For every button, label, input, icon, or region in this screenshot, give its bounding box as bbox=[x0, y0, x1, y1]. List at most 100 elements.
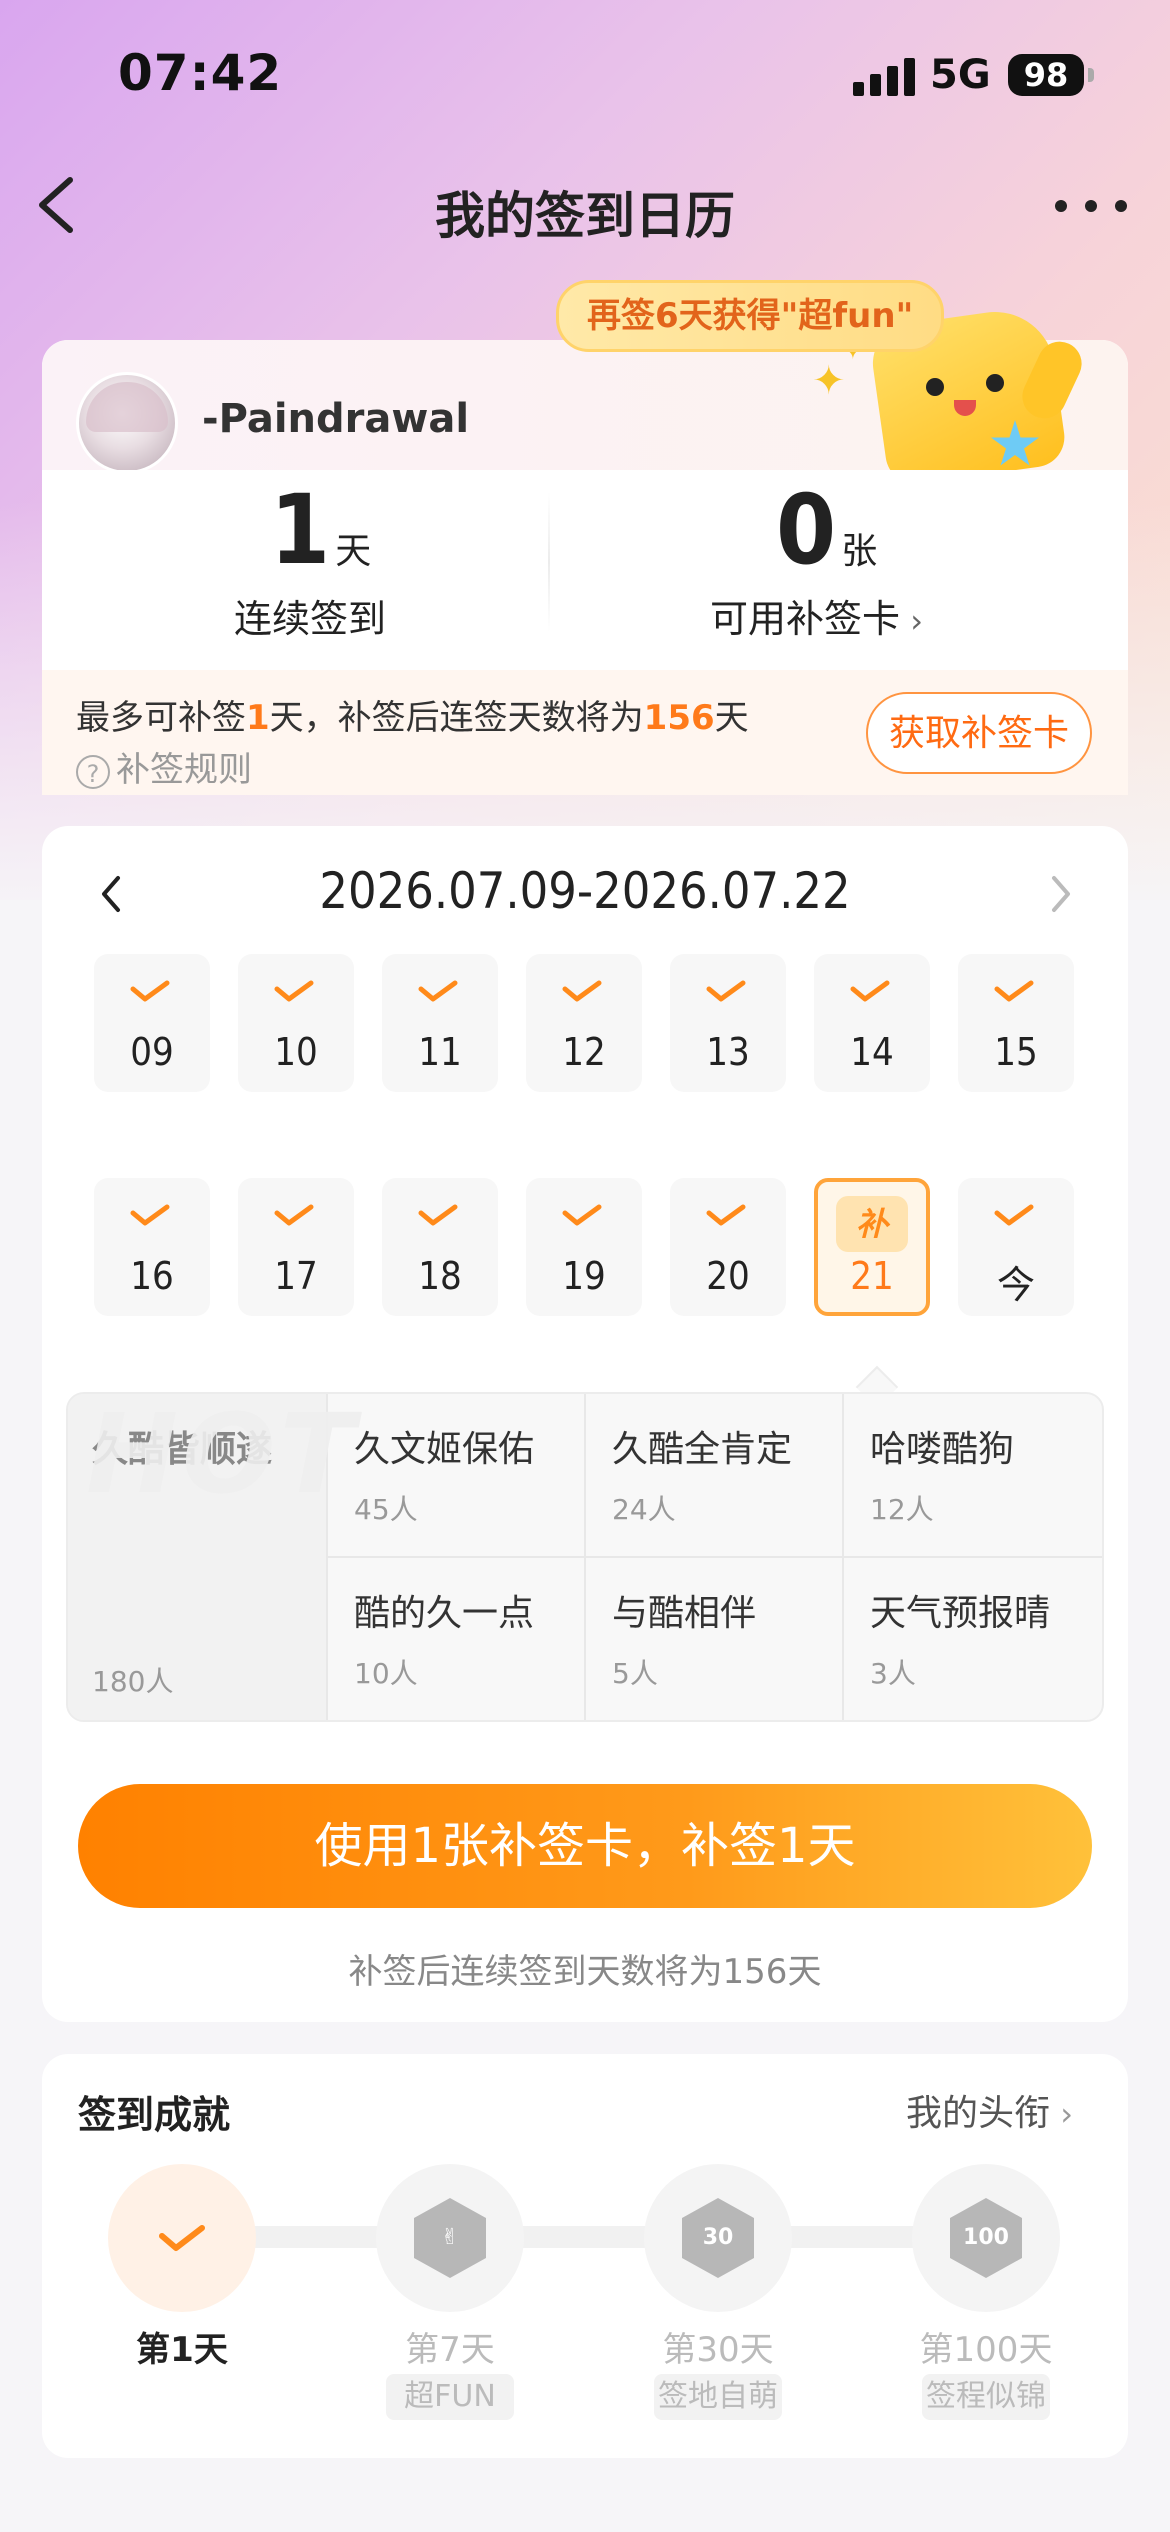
chevron-right-icon: › bbox=[1050, 2095, 1073, 2133]
title-count: 3人 bbox=[870, 1657, 916, 1690]
date-range: 2026.07.09-2026.07.22 bbox=[319, 862, 851, 920]
cards-label-link[interactable]: 可用补签卡 › bbox=[710, 588, 923, 643]
achievement-badge-locked[interactable]: 100 bbox=[912, 2164, 1060, 2312]
makeup-rule-link[interactable]: ? 补签规则 bbox=[76, 742, 252, 791]
battery-tip bbox=[1088, 68, 1094, 82]
title-cell[interactable]: 久酷全肯定 24人 bbox=[586, 1394, 844, 1558]
streak-stat: 1 天 bbox=[270, 474, 371, 586]
calendar-day[interactable]: 10 bbox=[238, 954, 354, 1092]
sparkle-icon: ✦ bbox=[812, 358, 846, 404]
featured-title-count: 180人 bbox=[92, 1665, 174, 1698]
day-number: 10 bbox=[274, 1030, 318, 1074]
calendar-day[interactable]: 15 bbox=[958, 954, 1074, 1092]
medal-icon: ✌ bbox=[414, 2198, 486, 2278]
title-name: 久文姬保佑 bbox=[354, 1429, 535, 1470]
calendar-day[interactable]: 13 bbox=[670, 954, 786, 1092]
check-icon bbox=[562, 1204, 602, 1226]
signal-icon bbox=[853, 58, 915, 96]
achievement-day-label: 第7天 bbox=[405, 2330, 495, 2370]
title-name: 哈喽酷狗 bbox=[870, 1429, 1015, 1470]
achievement-badge-locked[interactable]: 30 bbox=[644, 2164, 792, 2312]
next-week-icon[interactable] bbox=[1046, 872, 1076, 920]
cards-value: 0 bbox=[776, 474, 837, 586]
hot-watermark: HOT bbox=[86, 1390, 359, 1518]
battery-icon: 98 bbox=[1008, 54, 1084, 96]
check-icon bbox=[130, 1204, 170, 1226]
achievement-tag: 超FUN bbox=[386, 2374, 514, 2420]
day-number: 11 bbox=[418, 1030, 462, 1074]
check-icon bbox=[994, 980, 1034, 1002]
more-icon[interactable] bbox=[1055, 200, 1127, 214]
makeup-info-text: 最多可补签1天，补签后连签天数将为156天 bbox=[76, 698, 749, 738]
calendar-day[interactable]: 11 bbox=[382, 954, 498, 1092]
day-number: 20 bbox=[706, 1254, 750, 1298]
mascot-eye bbox=[986, 374, 1004, 392]
title-cell[interactable]: 哈喽酷狗 12人 bbox=[844, 1394, 1102, 1558]
question-icon: ? bbox=[76, 754, 110, 789]
check-icon bbox=[274, 980, 314, 1002]
status-time: 07:42 bbox=[118, 44, 283, 102]
makeup-tag: 补 bbox=[836, 1196, 908, 1252]
calendar-day[interactable]: 14 bbox=[814, 954, 930, 1092]
day-number: 13 bbox=[706, 1030, 750, 1074]
day-number: 今 bbox=[996, 1263, 1035, 1307]
mascot-eye bbox=[926, 378, 944, 396]
calendar-day[interactable]: 今 bbox=[958, 1178, 1074, 1316]
medal-icon: 100 bbox=[950, 2198, 1022, 2278]
streak-label: 连续签到 bbox=[234, 597, 387, 641]
title-count: 45人 bbox=[354, 1493, 418, 1526]
day-number: 18 bbox=[418, 1254, 462, 1298]
check-icon bbox=[418, 980, 458, 1002]
promo-bubble: 再签6天获得"超fun" bbox=[556, 280, 945, 352]
day-number: 15 bbox=[994, 1030, 1038, 1074]
get-makeup-card-button[interactable]: 获取补签卡 bbox=[866, 692, 1092, 774]
cards-label: 可用补签卡 bbox=[710, 597, 901, 641]
achievement-tag: 签程似锦 bbox=[922, 2374, 1050, 2420]
title-count: 10人 bbox=[354, 1657, 418, 1690]
achievement-badge-unlocked[interactable] bbox=[108, 2164, 256, 2312]
check-icon bbox=[274, 1204, 314, 1226]
title-count: 12人 bbox=[870, 1493, 934, 1526]
chevron-right-icon: › bbox=[900, 602, 923, 640]
check-icon bbox=[158, 2224, 206, 2256]
stats-divider bbox=[548, 492, 550, 632]
calendar-day[interactable]: 19 bbox=[526, 1178, 642, 1316]
title-cell[interactable]: 与酷相伴 5人 bbox=[586, 1558, 844, 1720]
title-cell[interactable]: 天气预报晴 3人 bbox=[844, 1558, 1102, 1720]
calendar-day[interactable]: 09 bbox=[94, 954, 210, 1092]
streak-value: 1 bbox=[270, 474, 331, 586]
day-number: 19 bbox=[562, 1254, 606, 1298]
check-icon bbox=[562, 980, 602, 1002]
calendar-day[interactable]: 12 bbox=[526, 954, 642, 1092]
title-name: 酷的久一点 bbox=[354, 1593, 535, 1634]
title-name: 与酷相伴 bbox=[612, 1593, 757, 1634]
calendar-day[interactable]: 20 bbox=[670, 1178, 786, 1316]
achievement-day-label: 第1天 bbox=[136, 2330, 228, 2370]
use-makeup-card-button[interactable]: 使用1张补签卡，补签1天 bbox=[78, 1784, 1092, 1908]
calendar-day-selected[interactable]: 补 21 bbox=[814, 1178, 930, 1316]
cards-unit: 张 bbox=[841, 531, 878, 572]
makeup-cards-stat[interactable]: 0 张 bbox=[776, 474, 877, 586]
calendar-day[interactable]: 17 bbox=[238, 1178, 354, 1316]
check-icon bbox=[850, 980, 890, 1002]
calendar-day[interactable]: 16 bbox=[94, 1178, 210, 1316]
day-number: 16 bbox=[130, 1254, 174, 1298]
page-title: 我的签到日历 bbox=[435, 187, 735, 245]
day-number: 12 bbox=[562, 1030, 606, 1074]
achievements-title: 签到成就 bbox=[78, 2093, 231, 2137]
achievement-badge-locked[interactable]: ✌ bbox=[376, 2164, 524, 2312]
achievement-day-label: 第30天 bbox=[662, 2330, 774, 2370]
streak-unit: 天 bbox=[335, 531, 372, 572]
title-count: 5人 bbox=[612, 1657, 658, 1690]
day-number: 14 bbox=[850, 1030, 894, 1074]
title-cell[interactable]: 酷的久一点 10人 bbox=[328, 1558, 586, 1720]
makeup-result-note: 补签后连续签到天数将为156天 bbox=[348, 1952, 822, 1992]
calendar-day[interactable]: 18 bbox=[382, 1178, 498, 1316]
network-type: 5G bbox=[930, 52, 991, 98]
achievement-tag: 签地自萌 bbox=[654, 2374, 782, 2420]
check-icon bbox=[418, 1204, 458, 1226]
my-titles-link[interactable]: 我的头衔 › bbox=[906, 2084, 1073, 2136]
username: -Paindrawal bbox=[202, 396, 470, 442]
title-cell[interactable]: 久文姬保佑 45人 bbox=[328, 1394, 586, 1558]
check-icon bbox=[706, 980, 746, 1002]
